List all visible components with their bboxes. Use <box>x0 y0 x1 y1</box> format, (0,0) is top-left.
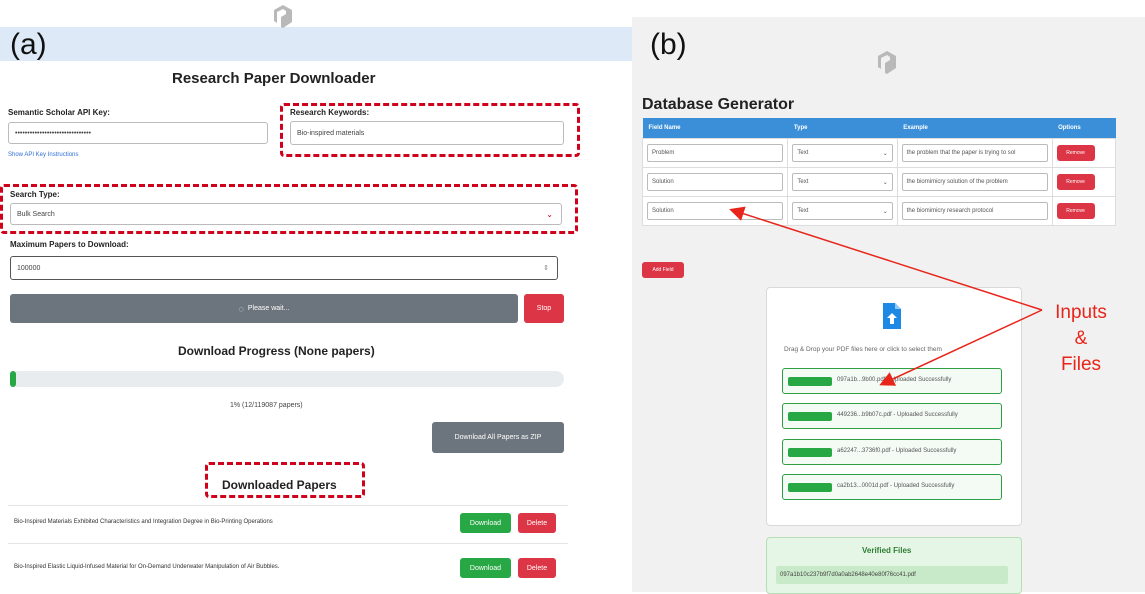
annotation-arrows <box>729 206 1043 386</box>
arrow-to-files <box>879 309 1043 386</box>
annotation-label: Inputs & Files <box>1046 300 1116 378</box>
arrow-to-inputs <box>729 206 1043 311</box>
annotation-line: Inputs <box>1055 302 1107 323</box>
annotation-line: Files <box>1060 354 1102 375</box>
annotation-line: & <box>1074 328 1088 349</box>
